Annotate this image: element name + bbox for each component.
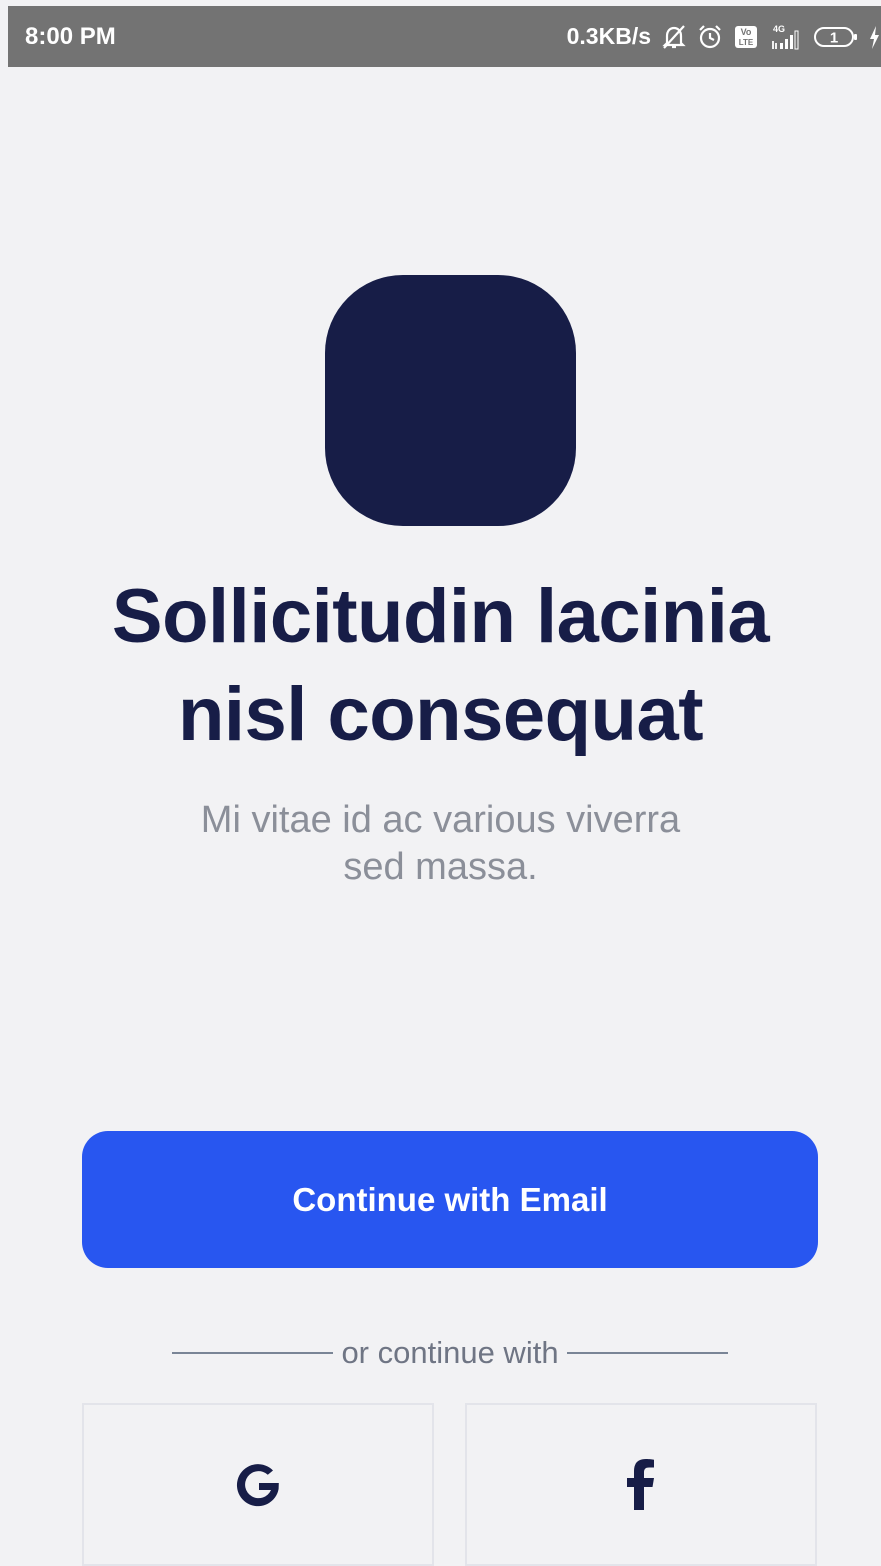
divider-line-right [566,1352,728,1354]
page-title-line-2: nisl consequat [177,672,704,757]
facebook-login-button[interactable] [465,1403,817,1566]
page-subtitle: Mi vitae id ac various viverra sed massa… [0,797,881,891]
charging-icon [869,22,879,52]
divider-label: or continue with [341,1335,559,1370]
divider-line-left [172,1352,334,1354]
status-time: 8:00 PM [25,23,116,50]
google-icon [232,1459,284,1511]
page-title: Sollicitudin lacinia nisl consequat [0,568,881,764]
page-subtitle-line-2: sed massa. [343,846,538,888]
page-title-line-1: Sollicitudin lacinia [111,574,770,659]
mute-icon [661,22,687,52]
battery-level: 1 [830,29,838,46]
svg-text:LTE: LTE [739,38,754,47]
app-logo [325,275,576,526]
signal-icon: 4G [769,22,803,52]
continue-with-email-button[interactable]: Continue with Email [82,1131,818,1268]
page-subtitle-line-1: Mi vitae id ac various viverra [200,799,681,841]
alarm-icon [697,22,723,52]
network-speed: 0.3KB/s [566,23,651,49]
or-continue-divider: or continue with [172,1330,728,1376]
battery-icon: 1 [813,22,859,52]
facebook-icon [626,1458,656,1512]
google-login-button[interactable] [82,1403,434,1566]
svg-text:Vo: Vo [741,27,752,37]
signal-type-label: 4G [773,24,785,34]
status-icons: 0.3KB/s Vo LTE 4G 1 [567,6,881,67]
volte-icon: Vo LTE [733,22,759,52]
status-bar: 8:00 PM 0.3KB/s Vo LTE 4G 1 [8,6,881,67]
